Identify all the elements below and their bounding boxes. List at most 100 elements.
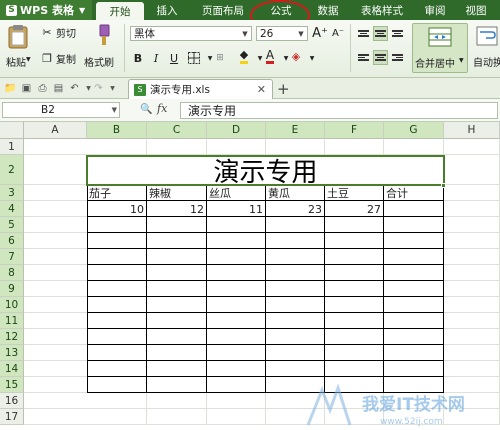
cut-button[interactable]: ✂ 剪切 <box>40 25 76 40</box>
wrap-text-icon <box>476 26 498 46</box>
column-header-b[interactable]: B <box>87 122 147 139</box>
row-header-9[interactable]: 9 <box>0 281 24 297</box>
bold-icon: B <box>133 51 143 65</box>
header-cell[interactable]: 丝瓜 <box>207 185 266 201</box>
tab-review[interactable]: 审阅 <box>414 0 456 20</box>
row-header-4[interactable]: 4 <box>0 201 24 217</box>
align-center-button[interactable] <box>373 50 388 65</box>
column-header-c[interactable]: C <box>147 122 207 139</box>
zoom-icon[interactable]: 🔍 <box>140 104 152 115</box>
column-header-h[interactable]: H <box>444 122 500 139</box>
redo-dropdown-icon[interactable]: ▼ <box>106 82 119 95</box>
column-header-f[interactable]: F <box>325 122 384 139</box>
copy-button[interactable]: ❐ 复制 <box>40 51 76 66</box>
row-header-5[interactable]: 5 <box>0 217 24 233</box>
grow-font-button[interactable]: A⁺ <box>312 25 328 41</box>
bold-button[interactable]: B <box>130 50 146 66</box>
spreadsheet-file-icon: S <box>134 83 146 96</box>
row-header-15[interactable]: 15 <box>0 377 24 393</box>
row-header-6[interactable]: 6 <box>0 233 24 249</box>
row-header-16[interactable]: 16 <box>0 393 24 409</box>
value-cell[interactable]: 11 <box>207 201 266 217</box>
align-middle-button[interactable] <box>373 26 388 41</box>
save-icon[interactable]: ▣ <box>20 82 33 95</box>
shrink-font-button[interactable]: A⁻ <box>330 25 346 41</box>
select-all-corner[interactable] <box>0 122 24 139</box>
clipboard-icon <box>8 25 28 49</box>
value-cell[interactable]: 10 <box>87 201 147 217</box>
paste-button[interactable]: 粘贴 ▼ <box>4 24 32 72</box>
merge-center-button[interactable]: 合并居中 ▼ <box>412 23 468 73</box>
row-header-13[interactable]: 13 <box>0 345 24 361</box>
align-bottom-button[interactable] <box>390 26 405 41</box>
row-header-11[interactable]: 11 <box>0 313 24 329</box>
italic-button[interactable]: I <box>148 50 164 66</box>
fill-color-button[interactable]: ◆ <box>236 48 252 64</box>
tab-view[interactable]: 视图 <box>456 0 496 20</box>
document-tab[interactable]: S 演示专用.xls ✕ <box>128 79 273 99</box>
tab-home[interactable]: 开始 <box>96 2 144 20</box>
format-painter-button[interactable]: 格式刷 <box>84 24 120 72</box>
underline-button[interactable]: U <box>166 50 182 66</box>
paint-bucket-icon: ◆ <box>239 48 249 64</box>
header-cell[interactable]: 黄瓜 <box>266 185 325 201</box>
column-header-e[interactable]: E <box>266 122 325 139</box>
table-border <box>87 376 444 377</box>
header-cell[interactable]: 辣椒 <box>147 185 207 201</box>
clear-format-button[interactable]: ◈ <box>288 48 304 64</box>
row-header-12[interactable]: 12 <box>0 329 24 345</box>
close-icon[interactable]: ✕ <box>257 83 266 96</box>
open-folder-icon[interactable]: 📁 <box>4 82 17 95</box>
tab-formula[interactable]: 公式 <box>256 0 306 20</box>
print-preview-icon[interactable]: ▤ <box>52 82 65 95</box>
tab-insert[interactable]: 插入 <box>144 0 190 20</box>
font-size-select[interactable]: 26 ▼ <box>256 26 308 41</box>
header-cell[interactable]: 土豆 <box>325 185 384 201</box>
auto-wrap-button[interactable]: 自动换 <box>472 23 500 73</box>
column-header-g[interactable]: G <box>384 122 444 139</box>
table-border <box>87 248 444 249</box>
header-cell[interactable]: 茄子 <box>87 185 147 201</box>
row-header-7[interactable]: 7 <box>0 249 24 265</box>
column-header-a[interactable]: A <box>24 122 87 139</box>
row-header-10[interactable]: 10 <box>0 297 24 313</box>
chevron-down-icon: ▼ <box>459 57 464 64</box>
row-header-17[interactable]: 17 <box>0 409 24 425</box>
redo-icon[interactable]: ↷ <box>92 82 105 95</box>
row-header-8[interactable]: 8 <box>0 265 24 281</box>
undo-icon[interactable]: ↶ <box>68 82 81 95</box>
app-menu-button[interactable]: S WPS 表格 ▼ <box>0 0 92 20</box>
font-name-select[interactable]: 黑体 ▼ <box>130 26 252 41</box>
border-button[interactable] <box>186 50 202 66</box>
row-header-1[interactable]: 1 <box>0 139 24 155</box>
new-tab-plus-icon[interactable]: + <box>277 80 290 98</box>
column-header-d[interactable]: D <box>207 122 266 139</box>
tab-page-layout[interactable]: 页面布局 <box>190 0 256 20</box>
tab-data[interactable]: 数据 <box>306 0 350 20</box>
font-color-button[interactable]: A <box>262 48 278 64</box>
header-cell[interactable]: 合计 <box>384 185 444 201</box>
align-left-button[interactable] <box>356 50 371 65</box>
row-header-3[interactable]: 3 <box>0 185 24 201</box>
chevron-down-icon: ▼ <box>298 29 304 38</box>
name-box[interactable]: B2 ▼ <box>2 102 120 118</box>
spreadsheet-grid[interactable]: A B C D E F G H 1 2 3 4 5 6 7 8 9 10 11 12 13 14 15 16 17 演示专用 茄子辣… <box>0 122 500 430</box>
merge-center-label: 合并居中 <box>415 59 455 70</box>
align-right-button[interactable] <box>390 50 405 65</box>
clear-format-dropdown[interactable]: ▼ <box>304 50 320 66</box>
value-cell[interactable]: 23 <box>266 201 325 217</box>
tab-table-style[interactable]: 表格样式 <box>350 0 414 20</box>
title-cell-b2[interactable]: 演示专用 <box>86 155 445 188</box>
value-cell[interactable]: 12 <box>147 201 207 217</box>
merge-style-button[interactable]: ⊞ <box>212 50 228 66</box>
print-icon[interactable]: ⎙ <box>36 82 49 95</box>
row-header-2[interactable]: 2 <box>0 155 24 185</box>
table-border <box>87 280 444 281</box>
insert-function-button[interactable]: fx <box>157 102 167 115</box>
value-cell[interactable] <box>384 201 444 217</box>
value-cell[interactable]: 27 <box>325 201 384 217</box>
formula-input[interactable]: 演示专用 <box>180 102 498 119</box>
font-size-value: 26 <box>260 27 274 40</box>
row-header-14[interactable]: 14 <box>0 361 24 377</box>
align-top-button[interactable] <box>356 26 371 41</box>
